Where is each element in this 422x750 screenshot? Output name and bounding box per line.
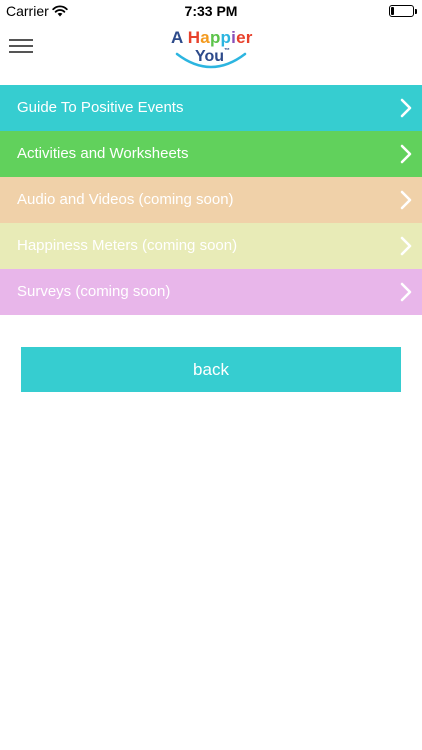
logo-letter: p <box>209 28 221 47</box>
battery-cap <box>415 9 417 14</box>
logo-trademark: ™ <box>224 48 231 54</box>
battery-level-fill <box>391 7 394 15</box>
logo-word-you: You <box>195 48 225 65</box>
logo-word-a: A <box>171 28 183 47</box>
menu-item-guide-to-positive-events[interactable]: Guide To Positive Events <box>0 85 422 131</box>
chevron-right-icon <box>400 236 412 256</box>
logo-word-happier: Happier <box>188 28 253 47</box>
back-button[interactable]: back <box>21 347 401 392</box>
chevron-right-icon <box>400 98 412 118</box>
logo-letter: a <box>200 28 210 47</box>
menu-item-label: Happiness Meters (coming soon) <box>17 237 238 254</box>
logo-letter: H <box>187 28 201 47</box>
menu-item-label: Guide To Positive Events <box>17 99 184 116</box>
menu-item-label: Surveys (coming soon) <box>17 283 171 300</box>
menu-item-happiness-meters[interactable]: Happiness Meters (coming soon) <box>0 223 422 269</box>
logo-subtitle: You™ <box>195 48 230 66</box>
status-time: 7:33 PM <box>184 3 238 19</box>
menu-item-audio-and-videos[interactable]: Audio and Videos (coming soon) <box>0 177 422 223</box>
logo-letter: e <box>236 28 246 47</box>
battery-icon <box>389 5 414 17</box>
menu-item-surveys[interactable]: Surveys (coming soon) <box>0 269 422 315</box>
menu-item-label: Audio and Videos (coming soon) <box>17 191 234 208</box>
app-header: A Happier You™ <box>0 22 422 85</box>
logo-letter: r <box>245 28 253 47</box>
chevron-right-icon <box>400 190 412 210</box>
chevron-right-icon <box>400 144 412 164</box>
hamburger-menu-icon[interactable] <box>9 37 33 55</box>
status-bar: Carrier 7:33 PM <box>0 0 422 22</box>
menu-item-label: Activities and Worksheets <box>17 145 189 162</box>
logo-title: A Happier <box>171 28 253 48</box>
app-logo: A Happier You™ <box>161 28 261 76</box>
menu-list: Guide To Positive Events Activities and … <box>0 85 422 315</box>
chevron-right-icon <box>400 282 412 302</box>
menu-item-activities-and-worksheets[interactable]: Activities and Worksheets <box>0 131 422 177</box>
logo-letter: p <box>220 28 232 47</box>
